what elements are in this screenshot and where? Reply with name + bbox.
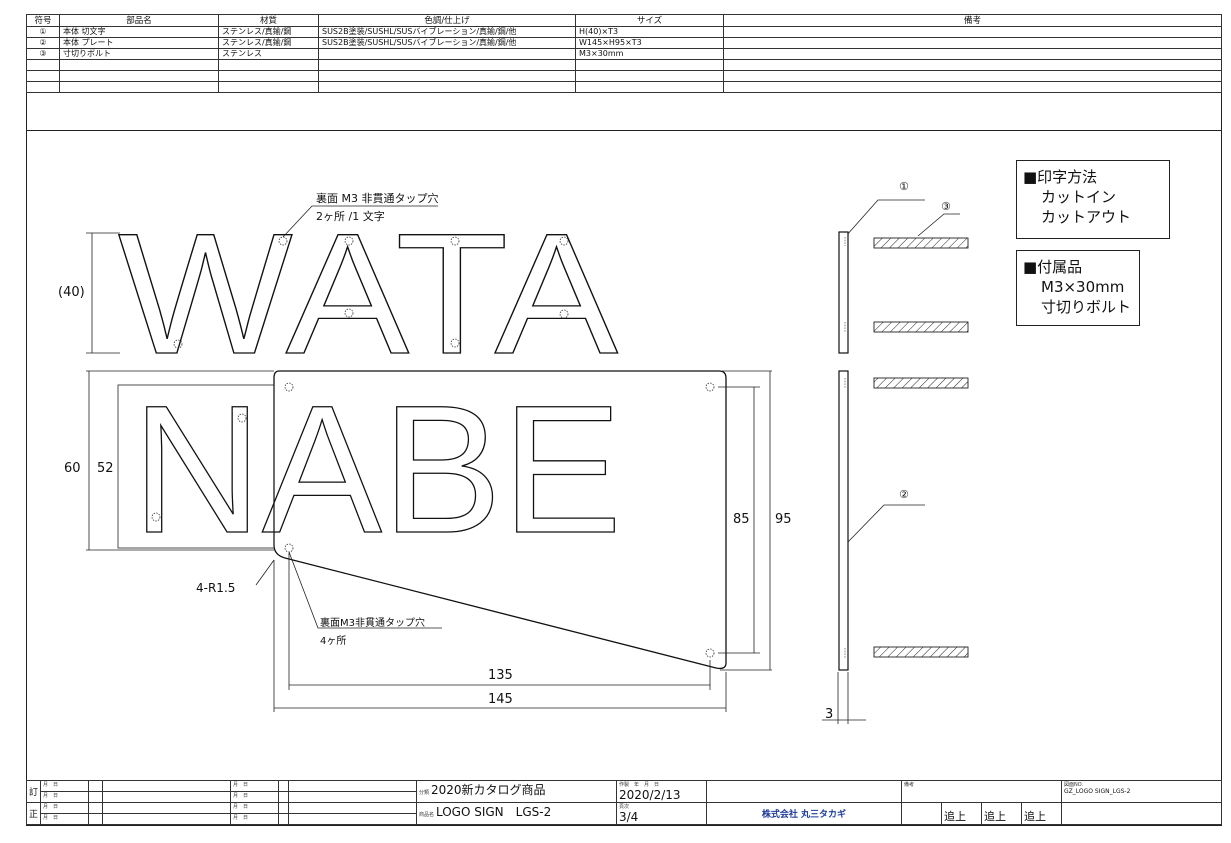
letters-nabe: NABE bbox=[132, 367, 622, 571]
category-value: 2020新カタログ商品 bbox=[430, 783, 546, 797]
print-method-cutin: カットイン bbox=[1041, 188, 1117, 206]
remarks-label: 備考 bbox=[904, 782, 915, 788]
title-block: 訂 月 日 月 日 分類 2020新カタログ商品 作製 年 月 日 2020/2… bbox=[26, 780, 1222, 825]
month-day: 月 日 bbox=[230, 813, 279, 825]
category-label: 分類 bbox=[419, 790, 430, 796]
dim-60: 60 bbox=[64, 461, 81, 476]
dim-52: 52 bbox=[97, 461, 114, 476]
dim-95: 95 bbox=[775, 512, 792, 527]
dim-letter-height: (40) bbox=[58, 285, 85, 300]
month-day: 月 日 bbox=[40, 791, 89, 803]
accessory-title: ■付属品 bbox=[1023, 258, 1083, 276]
dim-135: 135 bbox=[488, 668, 513, 683]
product-value: LOGO SIGN LGS-2 bbox=[435, 805, 552, 819]
approval-stamp-3: 追上 bbox=[1020, 802, 1063, 825]
tap-hole-label-letters: 裏面 M3 非貫通タップ穴 bbox=[316, 192, 439, 205]
month-day: 月 日 bbox=[40, 802, 89, 814]
product-label: 商品名 bbox=[419, 812, 435, 818]
accessory-name: 寸切りボルト bbox=[1041, 298, 1132, 316]
dim-85: 85 bbox=[733, 512, 750, 527]
month-day: 月 日 bbox=[40, 813, 89, 825]
side-view bbox=[838, 231, 849, 671]
marker-part-2: ② bbox=[899, 488, 909, 501]
month-day: 月 日 bbox=[230, 802, 279, 814]
print-method-title: ■印字方法 bbox=[1023, 168, 1098, 186]
approval-stamp-2: 追上 bbox=[981, 802, 1022, 825]
print-method-note: ■印字方法 カットイン カットアウト bbox=[1016, 160, 1170, 239]
dim-145: 145 bbox=[488, 692, 513, 707]
marker-part-3: ③ bbox=[941, 200, 951, 213]
tap-hole-count-letters: 2ヶ所 /1 文字 bbox=[316, 210, 385, 223]
radius-label: 4-R1.5 bbox=[196, 581, 236, 595]
tap-hole-label-plate: 裏面M3非貫通タップ穴 bbox=[320, 618, 425, 629]
check-label: 訂 bbox=[26, 780, 41, 803]
company-logo: 株式会社 丸三タカギ bbox=[761, 810, 847, 820]
month-day: 月 日 bbox=[230, 780, 279, 792]
month-day: 月 日 bbox=[230, 791, 279, 803]
dim-3: 3 bbox=[825, 707, 834, 722]
print-method-cutout: カットアウト bbox=[1041, 208, 1132, 226]
bolt-hatches bbox=[873, 237, 969, 658]
marker-part-1: ① bbox=[899, 180, 909, 193]
date-value: 2020/2/13 bbox=[619, 788, 681, 802]
correct-label: 正 bbox=[26, 802, 41, 825]
month-day: 月 日 bbox=[40, 780, 89, 792]
letters-wata: WATA bbox=[118, 198, 618, 390]
accessory-size: M3×30mm bbox=[1041, 278, 1125, 296]
technical-drawing: WATA NABE bbox=[86, 197, 969, 724]
accessory-note: ■付属品 M3×30mm 寸切りボルト bbox=[1016, 250, 1140, 326]
tap-hole-count-plate: 4ヶ所 bbox=[320, 636, 347, 647]
approval-stamp-1: 追上 bbox=[941, 802, 982, 825]
drawing-no-value: GZ_LOGO SIGN_LGS-2 bbox=[1064, 788, 1131, 795]
page-value: 3/4 bbox=[619, 810, 639, 824]
